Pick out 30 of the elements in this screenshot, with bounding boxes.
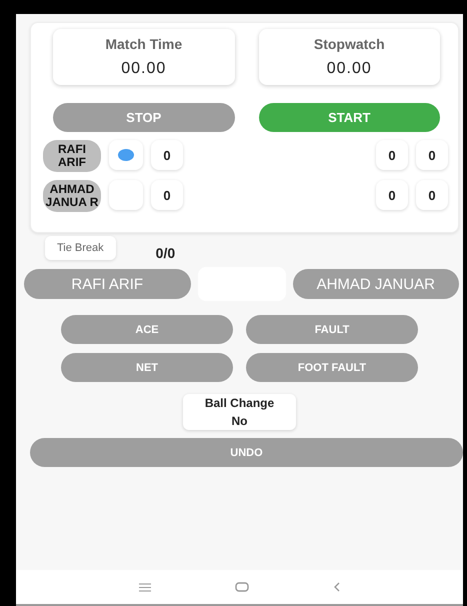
ball-change-label: Ball Change — [204, 396, 274, 410]
timer-label: Stopwatch — [314, 36, 385, 52]
action-button[interactable]: NET — [61, 353, 233, 382]
score-box: 0 — [376, 180, 408, 210]
home-icon[interactable] — [234, 582, 248, 592]
score-box: 0 — [416, 140, 448, 170]
menu-icon[interactable] — [138, 582, 150, 592]
timer-value: 00.00 — [326, 60, 372, 78]
player-name-button[interactable]: AHMAD JANUA R — [43, 180, 101, 212]
start-button[interactable]: START — [258, 103, 440, 132]
timer-value: 00.00 — [121, 60, 166, 78]
player-name-button[interactable]: RAFI ARIF — [43, 140, 101, 172]
score-box: 0 — [376, 140, 408, 170]
player-button[interactable]: RAFI ARIF — [24, 269, 190, 299]
action-button[interactable]: ACE — [61, 315, 233, 344]
stop-button[interactable]: STOP — [53, 103, 234, 132]
ball-change-box[interactable]: Ball Change No — [183, 394, 296, 430]
player-button[interactable]: AHMAD JANUAR — [292, 269, 459, 299]
action-button[interactable]: FAULT — [246, 315, 418, 344]
undo-button[interactable]: UNDO — [30, 438, 463, 467]
serve-dot-icon — [118, 149, 134, 161]
action-button[interactable]: FOOT FAULT — [246, 353, 418, 382]
tie-break-score: 0/0 — [156, 245, 176, 261]
tie-break-label: Tie Break — [45, 236, 116, 260]
ball-change-value: No — [232, 414, 248, 428]
score-box: 0 — [416, 180, 448, 210]
score-box: 0 — [151, 140, 183, 170]
timer-label: Match Time — [105, 36, 182, 52]
back-icon[interactable] — [332, 582, 340, 592]
score-box: 0 — [151, 180, 183, 210]
